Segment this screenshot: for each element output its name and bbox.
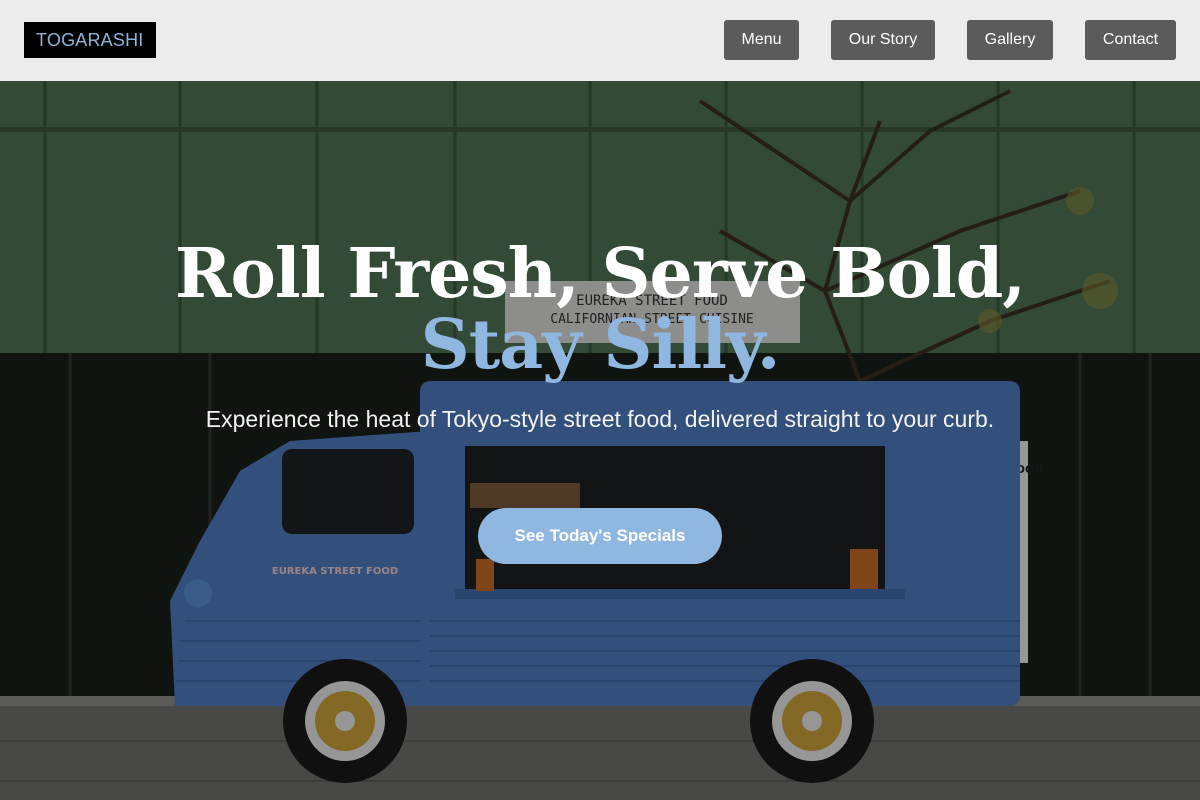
nav-gallery-button[interactable]: Gallery	[967, 20, 1053, 60]
see-todays-specials-button[interactable]: See Today's Specials	[478, 508, 722, 564]
hero-subtext: Experience the heat of Tokyo-style stree…	[205, 406, 995, 432]
hero-section: EUREKA STREET FOOD CALIFORNIAN STREET CU…	[0, 81, 1200, 800]
nav-our-story-button[interactable]: Our Story	[831, 20, 935, 60]
site-header: TOGARASHI Menu Our Story Gallery Contact	[0, 0, 1200, 81]
hero-headline-accent: Stay Silly.	[420, 305, 781, 385]
nav-contact-button[interactable]: Contact	[1085, 20, 1176, 60]
hero-headline: Roll Fresh, Serve Bold,	[175, 234, 1026, 314]
brand-logo[interactable]: TOGARASHI	[24, 22, 156, 58]
hero-dim-overlay	[0, 81, 1200, 800]
nav-menu-button[interactable]: Menu	[724, 20, 799, 60]
